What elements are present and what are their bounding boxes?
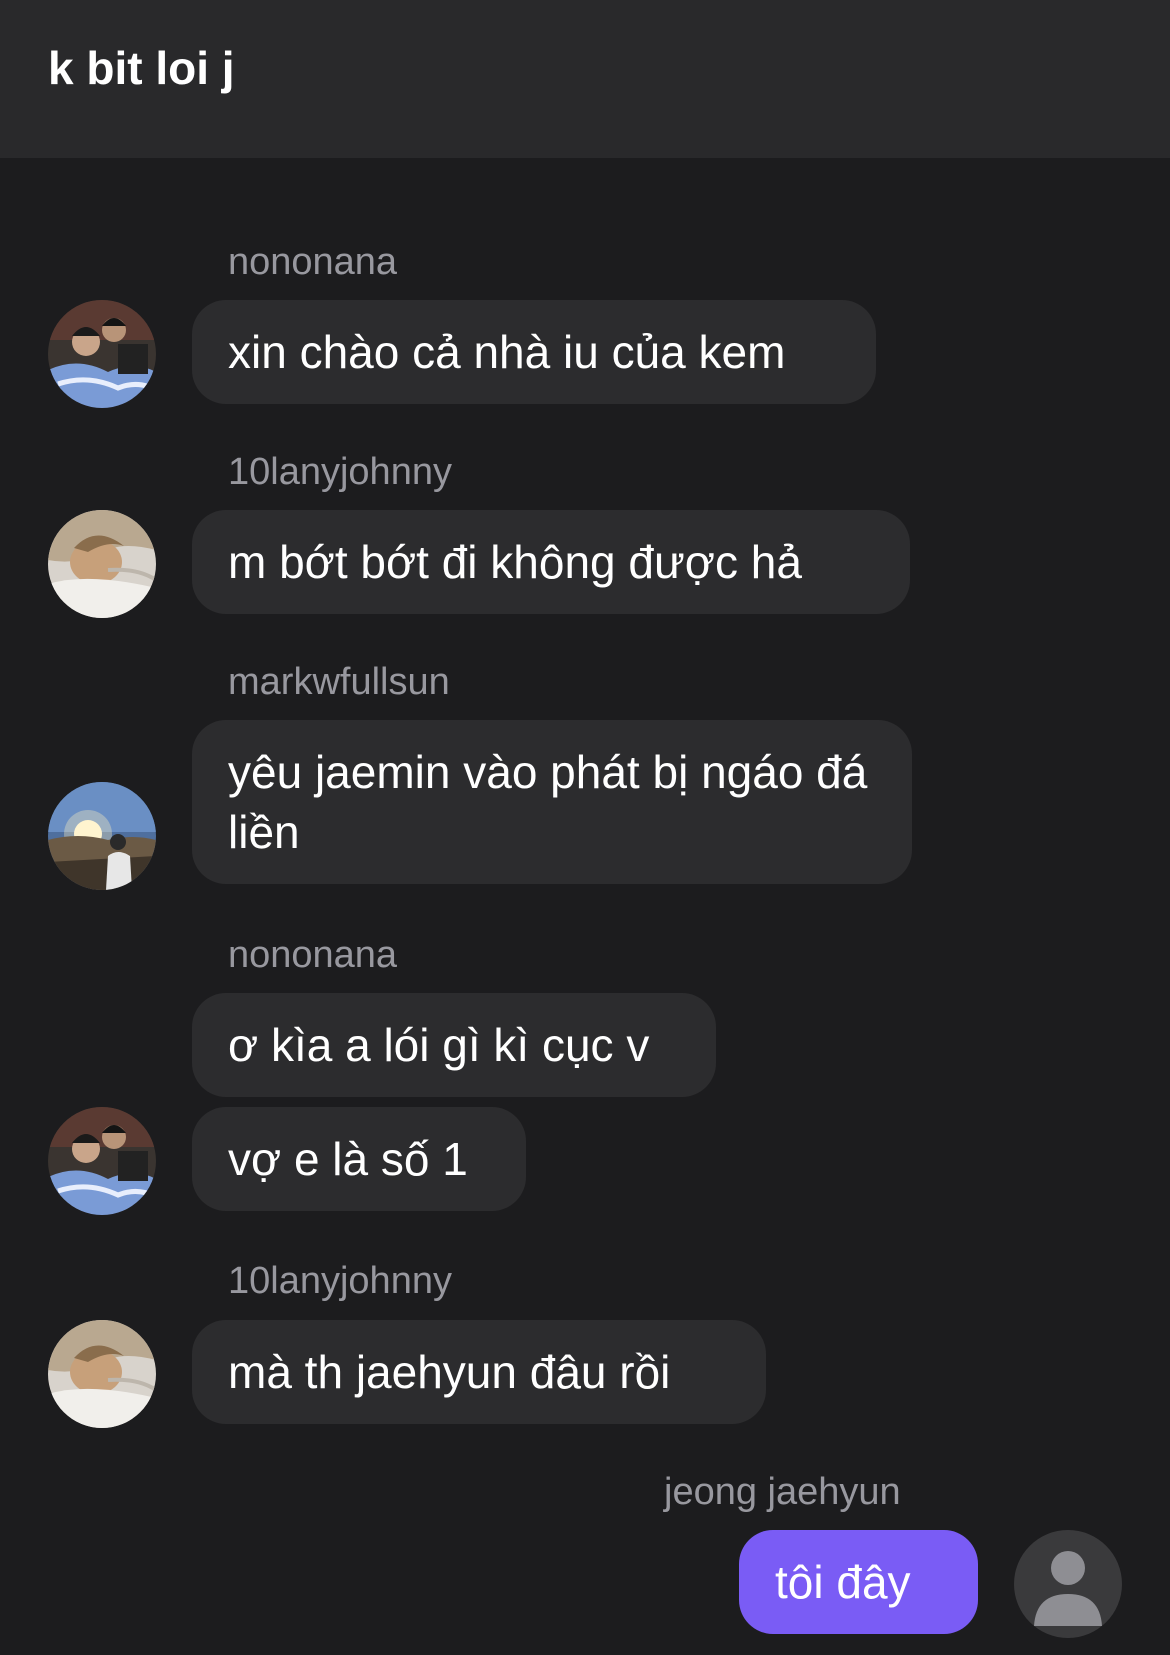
sender-name: nononana <box>228 241 398 283</box>
avatar[interactable] <box>48 782 156 890</box>
photo-avatar-couple-icon <box>48 1107 156 1215</box>
default-person-icon <box>1014 1530 1122 1638</box>
avatar[interactable] <box>48 1320 156 1428</box>
message-bubble[interactable]: mà th jaehyun đâu rồi <box>192 1320 766 1424</box>
chat-header: k bit loi j <box>0 0 1170 158</box>
sender-name: 10lanyjohnny <box>228 451 452 493</box>
avatar[interactable] <box>1014 1530 1122 1638</box>
avatar[interactable] <box>48 510 156 618</box>
my-message-bubble[interactable]: tôi đây <box>739 1530 978 1634</box>
message-bubble[interactable]: ơ kìa a lói gì kì cục v <box>192 993 716 1097</box>
sender-name: nononana <box>228 934 398 976</box>
sender-name: markwfullsun <box>228 661 450 703</box>
avatar[interactable] <box>48 300 156 408</box>
message-bubble[interactable]: yêu jaemin vào phát bị ngáo đá liền <box>192 720 912 884</box>
message-bubble[interactable]: vợ e là số 1 <box>192 1107 526 1211</box>
photo-avatar-sleeping-icon <box>48 1320 156 1428</box>
message-bubble[interactable]: xin chào cả nhà iu của kem <box>192 300 876 404</box>
photo-avatar-sunset-icon <box>48 782 156 890</box>
photo-avatar-couple-icon <box>48 300 156 408</box>
sender-name: 10lanyjohnny <box>228 1260 452 1302</box>
avatar[interactable] <box>48 1107 156 1215</box>
message-bubble[interactable]: m bớt bớt đi không được hả <box>192 510 910 614</box>
chat-title: k bit loi j <box>48 42 235 94</box>
photo-avatar-sleeping-icon <box>48 510 156 618</box>
sender-name: jeong jaehyun <box>664 1471 901 1513</box>
